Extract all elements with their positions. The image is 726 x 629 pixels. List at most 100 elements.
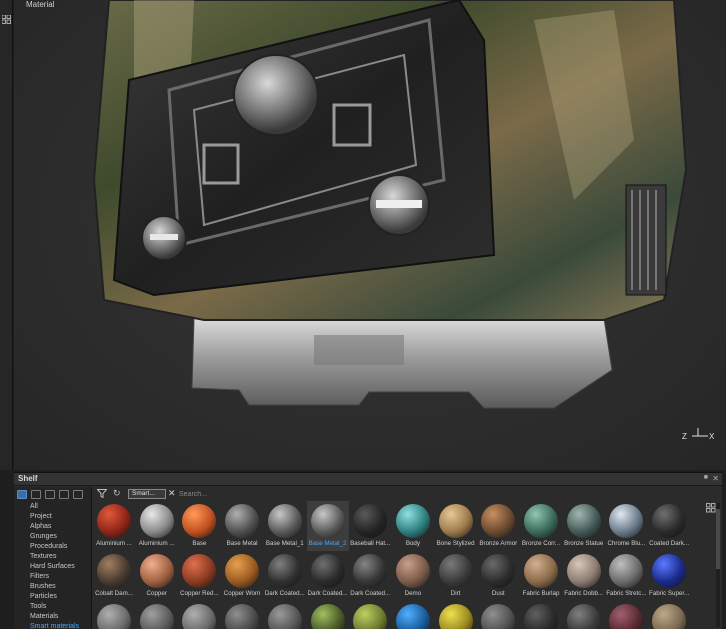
- smart-material-tile[interactable]: Bone Stylized: [435, 501, 477, 551]
- copy-folder-icon[interactable]: [45, 489, 55, 499]
- filter-chip-smart-materials[interactable]: Smart...: [128, 489, 166, 499]
- material-preview-sphere: [97, 604, 131, 629]
- smart-material-tile[interactable]: [392, 601, 434, 629]
- smart-material-tile[interactable]: Dark Coated...: [264, 551, 306, 601]
- smart-material-tile[interactable]: Aluminium ...: [93, 501, 135, 551]
- category-item[interactable]: Textures: [30, 552, 91, 562]
- material-preview-sphere: [353, 504, 388, 538]
- category-item[interactable]: Particles: [30, 592, 91, 602]
- shelf-titlebar[interactable]: Shelf ■ ✕: [14, 473, 722, 486]
- tile-label: Fabric Dobb...: [564, 590, 604, 597]
- material-preview-sphere: [609, 604, 644, 629]
- smart-material-tile[interactable]: [605, 601, 647, 629]
- material-preview-sphere: [267, 554, 302, 588]
- smart-material-tile[interactable]: Copper: [136, 551, 178, 601]
- category-item[interactable]: Alphas: [30, 522, 91, 532]
- category-item[interactable]: All: [30, 502, 91, 512]
- smart-material-tile[interactable]: [563, 601, 605, 629]
- list-view-icon[interactable]: [59, 489, 69, 499]
- smart-material-tile[interactable]: Cobalt Dam...: [93, 551, 135, 601]
- smart-material-tile[interactable]: [178, 601, 220, 629]
- smart-material-tile[interactable]: [520, 601, 562, 629]
- shelf-close-icon[interactable]: ✕: [712, 474, 719, 483]
- tile-label: Dust: [491, 590, 505, 597]
- smart-material-tile[interactable]: Copper Worn: [221, 551, 263, 601]
- smart-material-tile[interactable]: Base Metal: [221, 501, 263, 551]
- tile-label: Fabric Super...: [648, 590, 690, 597]
- smart-material-tile[interactable]: [349, 601, 391, 629]
- asset-row: Aluminium ... Aluminium ... Base Base Metal…: [93, 501, 713, 551]
- smart-material-tile[interactable]: Dark Coated...: [307, 551, 349, 601]
- new-folder-icon[interactable]: [31, 489, 41, 499]
- category-item[interactable]: Tools: [30, 602, 91, 612]
- grid-icon[interactable]: [2, 15, 11, 24]
- material-preview-sphere: [267, 604, 302, 629]
- material-preview-sphere: [139, 504, 174, 538]
- smart-material-tile[interactable]: Baseball Hat...: [349, 501, 391, 551]
- smart-material-tile[interactable]: [435, 601, 477, 629]
- smart-material-tile[interactable]: Aluminium ...: [136, 501, 178, 551]
- smart-material-tile[interactable]: Dirt: [435, 551, 477, 601]
- asset-toolbar: ↻ Smart... ✕: [93, 487, 722, 501]
- smart-material-tile[interactable]: Fabric Super...: [648, 551, 690, 601]
- refresh-icon[interactable]: ↻: [113, 488, 121, 499]
- search-input[interactable]: [179, 489, 699, 499]
- app-window: Material Z X Shelf ■ ✕ All Project Alphas G…: [0, 0, 726, 629]
- asset-panel: ↻ Smart... ✕ Aluminium ... Aluminium ... B…: [93, 487, 722, 629]
- smart-material-tile[interactable]: [648, 601, 690, 629]
- axis-x-label: X: [709, 432, 715, 441]
- category-item[interactable]: Procedurals: [30, 542, 91, 552]
- smart-material-tile[interactable]: Base Metal_2: [306, 501, 349, 551]
- material-preview-sphere: [225, 504, 260, 538]
- axis-gizmo-icon: Z X: [682, 428, 715, 441]
- material-preview-sphere: [353, 554, 388, 588]
- smart-material-tile[interactable]: Copper Red...: [178, 551, 220, 601]
- category-item[interactable]: Materials: [30, 612, 91, 622]
- material-preview-sphere: [481, 504, 516, 538]
- smart-material-tile[interactable]: [93, 601, 135, 629]
- add-resource-icon[interactable]: [73, 489, 83, 499]
- shelf-dock-icon[interactable]: ■: [704, 474, 708, 481]
- filter-icon[interactable]: [97, 489, 107, 498]
- smart-material-tile[interactable]: Fabric Dobb...: [563, 551, 605, 601]
- tile-label: Coated Dark...: [649, 540, 690, 547]
- category-item[interactable]: Project: [30, 512, 91, 522]
- category-item[interactable]: Grunges: [30, 532, 91, 542]
- category-item[interactable]: Brushes: [30, 582, 91, 592]
- smart-material-tile[interactable]: Body: [392, 501, 434, 551]
- material-preview-sphere: [267, 504, 302, 538]
- category-item[interactable]: Hard Surfaces: [30, 562, 91, 572]
- asset-scrollbar[interactable]: [716, 503, 720, 627]
- material-preview-sphere: [97, 554, 131, 588]
- smart-material-tile[interactable]: Bronze Corr...: [520, 501, 562, 551]
- smart-material-tile[interactable]: Fabric Stretc...: [605, 551, 647, 601]
- smart-material-tile[interactable]: Dust: [477, 551, 519, 601]
- smart-material-tile[interactable]: [264, 601, 306, 629]
- smart-material-tile[interactable]: Base Metal_1: [264, 501, 306, 551]
- smart-material-tile[interactable]: [477, 601, 519, 629]
- viewport-channel-label: Material: [26, 0, 55, 9]
- scrollbar-thumb[interactable]: [716, 509, 720, 569]
- smart-material-tile[interactable]: [307, 601, 349, 629]
- material-preview-sphere: [524, 504, 558, 538]
- smart-material-tile[interactable]: Base: [178, 501, 220, 551]
- shelf-title: Shelf: [18, 474, 38, 483]
- viewport-3d[interactable]: Material Z X: [14, 0, 726, 470]
- smart-material-tile[interactable]: Coated Dark...: [648, 501, 690, 551]
- category-item[interactable]: Filters: [30, 572, 91, 582]
- category-item[interactable]: Smart materials: [30, 622, 91, 629]
- smart-material-tile[interactable]: [221, 601, 263, 629]
- smart-material-tile[interactable]: [136, 601, 178, 629]
- smart-material-tile[interactable]: Bronze Armor: [477, 501, 519, 551]
- material-preview-sphere: [182, 604, 217, 629]
- material-preview-sphere: [524, 554, 558, 588]
- smart-material-tile[interactable]: Dark Coated...: [349, 551, 391, 601]
- tile-label: Bronze Statue: [564, 540, 604, 547]
- folder-icon[interactable]: [17, 489, 27, 499]
- smart-material-tile[interactable]: Demo: [392, 551, 434, 601]
- smart-material-tile[interactable]: Fabric Burlap: [520, 551, 562, 601]
- smart-material-tile[interactable]: Bronze Statue: [563, 501, 605, 551]
- material-preview-sphere: [609, 554, 644, 588]
- smart-material-tile[interactable]: Chrome Blu...: [605, 501, 647, 551]
- remove-filter-icon[interactable]: ✕: [168, 488, 176, 498]
